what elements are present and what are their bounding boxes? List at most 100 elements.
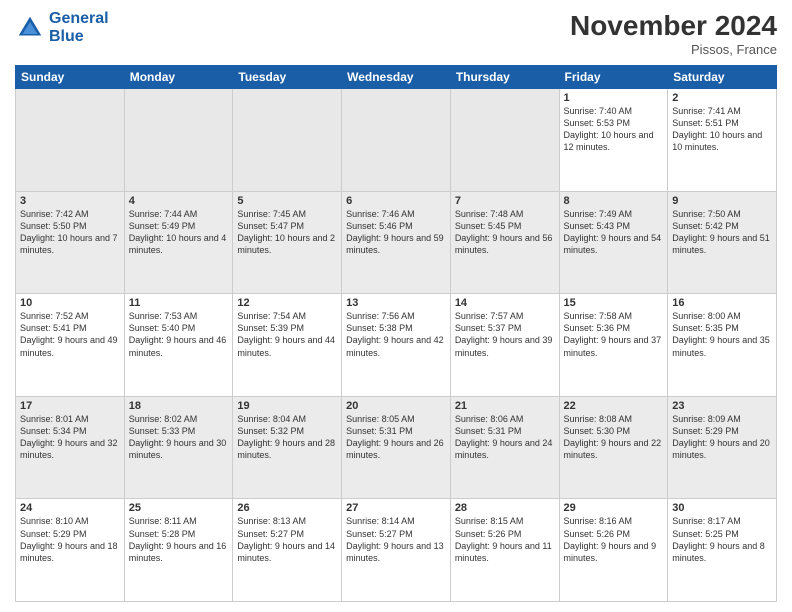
cell-content: Sunrise: 7:41 AMSunset: 5:51 PMDaylight:… bbox=[672, 105, 772, 154]
table-cell bbox=[342, 89, 451, 192]
cell-content: Sunrise: 8:06 AMSunset: 5:31 PMDaylight:… bbox=[455, 413, 555, 462]
col-sunday: Sunday bbox=[16, 66, 125, 89]
day-number: 5 bbox=[237, 195, 337, 207]
cell-content: Sunrise: 8:14 AMSunset: 5:27 PMDaylight:… bbox=[346, 515, 446, 564]
cell-content: Sunrise: 8:02 AMSunset: 5:33 PMDaylight:… bbox=[129, 413, 229, 462]
cell-content: Sunrise: 8:10 AMSunset: 5:29 PMDaylight:… bbox=[20, 515, 120, 564]
table-cell: 20Sunrise: 8:05 AMSunset: 5:31 PMDayligh… bbox=[342, 396, 451, 499]
cell-content: Sunrise: 8:01 AMSunset: 5:34 PMDaylight:… bbox=[20, 413, 120, 462]
table-cell: 23Sunrise: 8:09 AMSunset: 5:29 PMDayligh… bbox=[668, 396, 777, 499]
table-cell: 28Sunrise: 8:15 AMSunset: 5:26 PMDayligh… bbox=[450, 499, 559, 602]
cell-content: Sunrise: 7:49 AMSunset: 5:43 PMDaylight:… bbox=[564, 208, 664, 257]
cell-content: Sunrise: 7:50 AMSunset: 5:42 PMDaylight:… bbox=[672, 208, 772, 257]
month-title: November 2024 bbox=[570, 10, 777, 42]
day-number: 23 bbox=[672, 400, 772, 412]
table-cell: 24Sunrise: 8:10 AMSunset: 5:29 PMDayligh… bbox=[16, 499, 125, 602]
table-cell: 3Sunrise: 7:42 AMSunset: 5:50 PMDaylight… bbox=[16, 191, 125, 294]
cell-content: Sunrise: 8:11 AMSunset: 5:28 PMDaylight:… bbox=[129, 515, 229, 564]
location-subtitle: Pissos, France bbox=[570, 42, 777, 57]
table-cell: 26Sunrise: 8:13 AMSunset: 5:27 PMDayligh… bbox=[233, 499, 342, 602]
logo-icon bbox=[15, 13, 45, 43]
calendar-table: Sunday Monday Tuesday Wednesday Thursday… bbox=[15, 65, 777, 602]
calendar-header-row: Sunday Monday Tuesday Wednesday Thursday… bbox=[16, 66, 777, 89]
day-number: 27 bbox=[346, 502, 446, 514]
cell-content: Sunrise: 8:16 AMSunset: 5:26 PMDaylight:… bbox=[564, 515, 664, 564]
table-cell: 19Sunrise: 8:04 AMSunset: 5:32 PMDayligh… bbox=[233, 396, 342, 499]
cell-content: Sunrise: 8:09 AMSunset: 5:29 PMDaylight:… bbox=[672, 413, 772, 462]
col-tuesday: Tuesday bbox=[233, 66, 342, 89]
logo-text: General Blue bbox=[49, 10, 109, 46]
day-number: 6 bbox=[346, 195, 446, 207]
day-number: 22 bbox=[564, 400, 664, 412]
calendar-week-3: 10Sunrise: 7:52 AMSunset: 5:41 PMDayligh… bbox=[16, 294, 777, 397]
col-thursday: Thursday bbox=[450, 66, 559, 89]
day-number: 25 bbox=[129, 502, 229, 514]
table-cell: 6Sunrise: 7:46 AMSunset: 5:46 PMDaylight… bbox=[342, 191, 451, 294]
cell-content: Sunrise: 7:44 AMSunset: 5:49 PMDaylight:… bbox=[129, 208, 229, 257]
day-number: 28 bbox=[455, 502, 555, 514]
table-cell: 11Sunrise: 7:53 AMSunset: 5:40 PMDayligh… bbox=[124, 294, 233, 397]
header: General Blue November 2024 Pissos, Franc… bbox=[15, 10, 777, 57]
col-saturday: Saturday bbox=[668, 66, 777, 89]
cell-content: Sunrise: 7:56 AMSunset: 5:38 PMDaylight:… bbox=[346, 310, 446, 359]
day-number: 10 bbox=[20, 297, 120, 309]
day-number: 13 bbox=[346, 297, 446, 309]
day-number: 30 bbox=[672, 502, 772, 514]
day-number: 15 bbox=[564, 297, 664, 309]
cell-content: Sunrise: 7:48 AMSunset: 5:45 PMDaylight:… bbox=[455, 208, 555, 257]
table-cell: 7Sunrise: 7:48 AMSunset: 5:45 PMDaylight… bbox=[450, 191, 559, 294]
day-number: 3 bbox=[20, 195, 120, 207]
cell-content: Sunrise: 8:15 AMSunset: 5:26 PMDaylight:… bbox=[455, 515, 555, 564]
table-cell: 13Sunrise: 7:56 AMSunset: 5:38 PMDayligh… bbox=[342, 294, 451, 397]
cell-content: Sunrise: 8:00 AMSunset: 5:35 PMDaylight:… bbox=[672, 310, 772, 359]
day-number: 1 bbox=[564, 92, 664, 104]
table-cell: 27Sunrise: 8:14 AMSunset: 5:27 PMDayligh… bbox=[342, 499, 451, 602]
day-number: 26 bbox=[237, 502, 337, 514]
table-cell: 16Sunrise: 8:00 AMSunset: 5:35 PMDayligh… bbox=[668, 294, 777, 397]
table-cell: 15Sunrise: 7:58 AMSunset: 5:36 PMDayligh… bbox=[559, 294, 668, 397]
cell-content: Sunrise: 7:40 AMSunset: 5:53 PMDaylight:… bbox=[564, 105, 664, 154]
cell-content: Sunrise: 7:45 AMSunset: 5:47 PMDaylight:… bbox=[237, 208, 337, 257]
day-number: 2 bbox=[672, 92, 772, 104]
cell-content: Sunrise: 8:17 AMSunset: 5:25 PMDaylight:… bbox=[672, 515, 772, 564]
cell-content: Sunrise: 7:57 AMSunset: 5:37 PMDaylight:… bbox=[455, 310, 555, 359]
title-area: November 2024 Pissos, France bbox=[570, 10, 777, 57]
table-cell: 30Sunrise: 8:17 AMSunset: 5:25 PMDayligh… bbox=[668, 499, 777, 602]
day-number: 18 bbox=[129, 400, 229, 412]
calendar-week-2: 3Sunrise: 7:42 AMSunset: 5:50 PMDaylight… bbox=[16, 191, 777, 294]
table-cell: 12Sunrise: 7:54 AMSunset: 5:39 PMDayligh… bbox=[233, 294, 342, 397]
col-friday: Friday bbox=[559, 66, 668, 89]
table-cell: 8Sunrise: 7:49 AMSunset: 5:43 PMDaylight… bbox=[559, 191, 668, 294]
cell-content: Sunrise: 7:52 AMSunset: 5:41 PMDaylight:… bbox=[20, 310, 120, 359]
table-cell: 10Sunrise: 7:52 AMSunset: 5:41 PMDayligh… bbox=[16, 294, 125, 397]
day-number: 29 bbox=[564, 502, 664, 514]
table-cell: 21Sunrise: 8:06 AMSunset: 5:31 PMDayligh… bbox=[450, 396, 559, 499]
cell-content: Sunrise: 8:13 AMSunset: 5:27 PMDaylight:… bbox=[237, 515, 337, 564]
day-number: 16 bbox=[672, 297, 772, 309]
table-cell bbox=[233, 89, 342, 192]
table-cell: 22Sunrise: 8:08 AMSunset: 5:30 PMDayligh… bbox=[559, 396, 668, 499]
day-number: 4 bbox=[129, 195, 229, 207]
cell-content: Sunrise: 7:53 AMSunset: 5:40 PMDaylight:… bbox=[129, 310, 229, 359]
table-cell: 5Sunrise: 7:45 AMSunset: 5:47 PMDaylight… bbox=[233, 191, 342, 294]
table-cell: 14Sunrise: 7:57 AMSunset: 5:37 PMDayligh… bbox=[450, 294, 559, 397]
day-number: 20 bbox=[346, 400, 446, 412]
day-number: 21 bbox=[455, 400, 555, 412]
day-number: 12 bbox=[237, 297, 337, 309]
cell-content: Sunrise: 7:46 AMSunset: 5:46 PMDaylight:… bbox=[346, 208, 446, 257]
col-monday: Monday bbox=[124, 66, 233, 89]
cell-content: Sunrise: 8:04 AMSunset: 5:32 PMDaylight:… bbox=[237, 413, 337, 462]
table-cell: 2Sunrise: 7:41 AMSunset: 5:51 PMDaylight… bbox=[668, 89, 777, 192]
table-cell: 29Sunrise: 8:16 AMSunset: 5:26 PMDayligh… bbox=[559, 499, 668, 602]
table-cell: 17Sunrise: 8:01 AMSunset: 5:34 PMDayligh… bbox=[16, 396, 125, 499]
day-number: 8 bbox=[564, 195, 664, 207]
calendar-week-4: 17Sunrise: 8:01 AMSunset: 5:34 PMDayligh… bbox=[16, 396, 777, 499]
day-number: 11 bbox=[129, 297, 229, 309]
calendar-week-5: 24Sunrise: 8:10 AMSunset: 5:29 PMDayligh… bbox=[16, 499, 777, 602]
table-cell: 1Sunrise: 7:40 AMSunset: 5:53 PMDaylight… bbox=[559, 89, 668, 192]
table-cell: 18Sunrise: 8:02 AMSunset: 5:33 PMDayligh… bbox=[124, 396, 233, 499]
logo: General Blue bbox=[15, 10, 109, 46]
day-number: 17 bbox=[20, 400, 120, 412]
cell-content: Sunrise: 8:08 AMSunset: 5:30 PMDaylight:… bbox=[564, 413, 664, 462]
cell-content: Sunrise: 7:58 AMSunset: 5:36 PMDaylight:… bbox=[564, 310, 664, 359]
